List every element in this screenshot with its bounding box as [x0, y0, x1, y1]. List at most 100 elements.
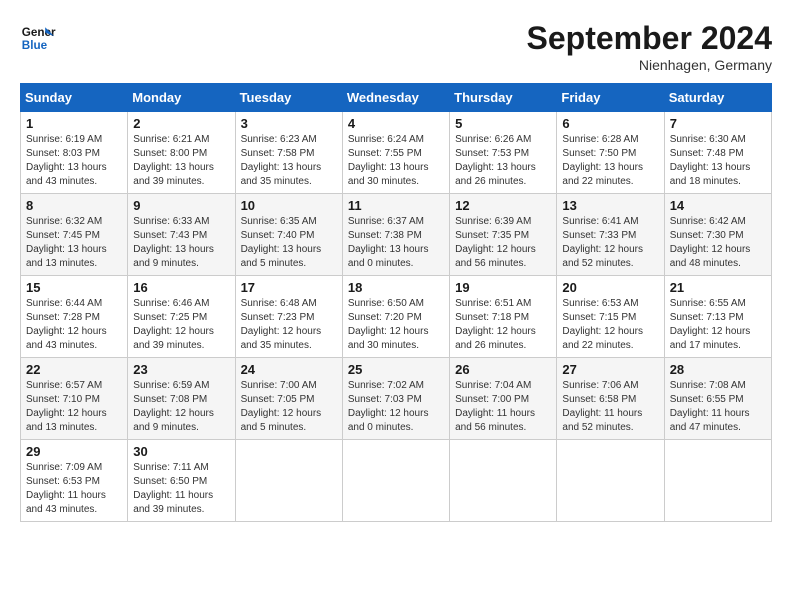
day-number: 25 [348, 362, 444, 377]
day-cell [450, 440, 557, 522]
day-info: Sunrise: 7:11 AMSunset: 6:50 PMDaylight:… [133, 461, 229, 517]
day-number: 9 [133, 198, 229, 213]
day-cell: 28Sunrise: 7:08 AMSunset: 6:55 PMDayligh… [664, 358, 771, 440]
week-row-3: 15 Sunrise: 6:44 AMSunset: 7:28 PMDayligh… [21, 276, 772, 358]
day-cell: 12Sunrise: 6:39 AMSunset: 7:35 PMDayligh… [450, 194, 557, 276]
day-info: Sunrise: 7:02 AMSunset: 7:03 PMDaylight:… [348, 379, 444, 435]
day-cell: 23 Sunrise: 6:59 AMSunset: 7:08 PMDayligh… [128, 358, 235, 440]
day-cell: 11 Sunrise: 6:37 AMSunset: 7:38 PMDayligh… [342, 194, 449, 276]
day-number: 30 [133, 444, 229, 459]
day-info: Sunrise: 6:33 AMSunset: 7:43 PMDaylight:… [133, 215, 229, 271]
page-header: General Blue September 2024 Nienhagen, G… [20, 20, 772, 73]
day-info: Sunrise: 6:30 AMSunset: 7:48 PMDaylight:… [670, 133, 766, 189]
day-info: Sunrise: 6:55 AMSunset: 7:13 PMDaylight:… [670, 297, 766, 353]
day-cell: 16 Sunrise: 6:46 AMSunset: 7:25 PMDayligh… [128, 276, 235, 358]
day-cell: 24 Sunrise: 7:00 AMSunset: 7:05 PMDayligh… [235, 358, 342, 440]
calendar-table: Sunday Monday Tuesday Wednesday Thursday… [20, 83, 772, 522]
day-number: 14 [670, 198, 766, 213]
day-cell: 13 Sunrise: 6:41 AMSunset: 7:33 PMDayligh… [557, 194, 664, 276]
day-info: Sunrise: 7:00 AMSunset: 7:05 PMDaylight:… [241, 379, 337, 435]
svg-text:Blue: Blue [22, 39, 48, 52]
day-cell: 17 Sunrise: 6:48 AMSunset: 7:23 PMDayligh… [235, 276, 342, 358]
day-info: Sunrise: 6:23 AMSunset: 7:58 PMDaylight:… [241, 133, 337, 189]
day-number: 17 [241, 280, 337, 295]
day-number: 29 [26, 444, 122, 459]
header-saturday: Saturday [664, 84, 771, 112]
day-number: 10 [241, 198, 337, 213]
header-monday: Monday [128, 84, 235, 112]
day-cell: 20 Sunrise: 6:53 AMSunset: 7:15 PMDayligh… [557, 276, 664, 358]
week-row-4: 22 Sunrise: 6:57 AMSunset: 7:10 PMDayligh… [21, 358, 772, 440]
header-friday: Friday [557, 84, 664, 112]
day-number: 15 [26, 280, 122, 295]
day-info: Sunrise: 6:48 AMSunset: 7:23 PMDaylight:… [241, 297, 337, 353]
month-title: September 2024 [527, 20, 772, 57]
day-cell: 29 Sunrise: 7:09 AMSunset: 6:53 PMDayligh… [21, 440, 128, 522]
day-info: Sunrise: 6:41 AMSunset: 7:33 PMDaylight:… [562, 215, 658, 271]
day-info: Sunrise: 7:06 AMSunset: 6:58 PMDaylight:… [562, 379, 658, 435]
day-info: Sunrise: 6:44 AMSunset: 7:28 PMDaylight:… [26, 297, 122, 353]
day-info: Sunrise: 6:24 AMSunset: 7:55 PMDaylight:… [348, 133, 444, 189]
day-info: Sunrise: 6:59 AMSunset: 7:08 PMDaylight:… [133, 379, 229, 435]
day-cell: 18Sunrise: 6:50 AMSunset: 7:20 PMDayligh… [342, 276, 449, 358]
day-cell: 2Sunrise: 6:21 AMSunset: 8:00 PMDaylight… [128, 112, 235, 194]
week-row-1: 1 Sunrise: 6:19 AMSunset: 8:03 PMDaylight… [21, 112, 772, 194]
logo-icon: General Blue [20, 20, 56, 56]
day-info: Sunrise: 6:32 AMSunset: 7:45 PMDaylight:… [26, 215, 122, 271]
day-info: Sunrise: 6:57 AMSunset: 7:10 PMDaylight:… [26, 379, 122, 435]
day-info: Sunrise: 7:09 AMSunset: 6:53 PMDaylight:… [26, 461, 122, 517]
title-area: September 2024 Nienhagen, Germany [527, 20, 772, 73]
day-number: 1 [26, 116, 122, 131]
day-info: Sunrise: 6:21 AMSunset: 8:00 PMDaylight:… [133, 133, 229, 189]
day-cell [557, 440, 664, 522]
day-cell: 15 Sunrise: 6:44 AMSunset: 7:28 PMDayligh… [21, 276, 128, 358]
day-number: 4 [348, 116, 444, 131]
day-cell [342, 440, 449, 522]
day-cell: 8 Sunrise: 6:32 AMSunset: 7:45 PMDaylight… [21, 194, 128, 276]
day-number: 22 [26, 362, 122, 377]
day-info: Sunrise: 7:04 AMSunset: 7:00 PMDaylight:… [455, 379, 551, 435]
day-info: Sunrise: 6:46 AMSunset: 7:25 PMDaylight:… [133, 297, 229, 353]
day-cell: 21Sunrise: 6:55 AMSunset: 7:13 PMDayligh… [664, 276, 771, 358]
day-cell: 14Sunrise: 6:42 AMSunset: 7:30 PMDayligh… [664, 194, 771, 276]
day-number: 20 [562, 280, 658, 295]
header-thursday: Thursday [450, 84, 557, 112]
week-row-2: 8 Sunrise: 6:32 AMSunset: 7:45 PMDaylight… [21, 194, 772, 276]
day-number: 11 [348, 198, 444, 213]
logo: General Blue [20, 20, 56, 56]
day-info: Sunrise: 6:37 AMSunset: 7:38 PMDaylight:… [348, 215, 444, 271]
week-row-5: 29 Sunrise: 7:09 AMSunset: 6:53 PMDayligh… [21, 440, 772, 522]
day-cell: 5Sunrise: 6:26 AMSunset: 7:53 PMDaylight… [450, 112, 557, 194]
day-number: 26 [455, 362, 551, 377]
day-number: 23 [133, 362, 229, 377]
day-cell: 26 Sunrise: 7:04 AMSunset: 7:00 PMDayligh… [450, 358, 557, 440]
day-cell: 19Sunrise: 6:51 AMSunset: 7:18 PMDayligh… [450, 276, 557, 358]
day-cell: 25 Sunrise: 7:02 AMSunset: 7:03 PMDayligh… [342, 358, 449, 440]
day-info: Sunrise: 6:39 AMSunset: 7:35 PMDaylight:… [455, 215, 551, 271]
day-info: Sunrise: 6:19 AMSunset: 8:03 PMDaylight:… [26, 133, 122, 189]
day-number: 24 [241, 362, 337, 377]
day-number: 16 [133, 280, 229, 295]
svg-text:General: General [22, 26, 56, 39]
day-cell: 7 Sunrise: 6:30 AMSunset: 7:48 PMDaylight… [664, 112, 771, 194]
day-info: Sunrise: 6:51 AMSunset: 7:18 PMDaylight:… [455, 297, 551, 353]
day-number: 8 [26, 198, 122, 213]
day-number: 18 [348, 280, 444, 295]
day-number: 7 [670, 116, 766, 131]
day-cell [235, 440, 342, 522]
day-number: 28 [670, 362, 766, 377]
day-info: Sunrise: 6:28 AMSunset: 7:50 PMDaylight:… [562, 133, 658, 189]
day-cell: 6Sunrise: 6:28 AMSunset: 7:50 PMDaylight… [557, 112, 664, 194]
header-tuesday: Tuesday [235, 84, 342, 112]
day-number: 13 [562, 198, 658, 213]
day-cell: 10 Sunrise: 6:35 AMSunset: 7:40 PMDayligh… [235, 194, 342, 276]
day-cell: 27 Sunrise: 7:06 AMSunset: 6:58 PMDayligh… [557, 358, 664, 440]
day-cell: 4 Sunrise: 6:24 AMSunset: 7:55 PMDaylight… [342, 112, 449, 194]
day-number: 3 [241, 116, 337, 131]
day-cell: 30 Sunrise: 7:11 AMSunset: 6:50 PMDayligh… [128, 440, 235, 522]
day-info: Sunrise: 6:53 AMSunset: 7:15 PMDaylight:… [562, 297, 658, 353]
day-info: Sunrise: 6:35 AMSunset: 7:40 PMDaylight:… [241, 215, 337, 271]
day-number: 27 [562, 362, 658, 377]
header-wednesday: Wednesday [342, 84, 449, 112]
day-cell: 22 Sunrise: 6:57 AMSunset: 7:10 PMDayligh… [21, 358, 128, 440]
